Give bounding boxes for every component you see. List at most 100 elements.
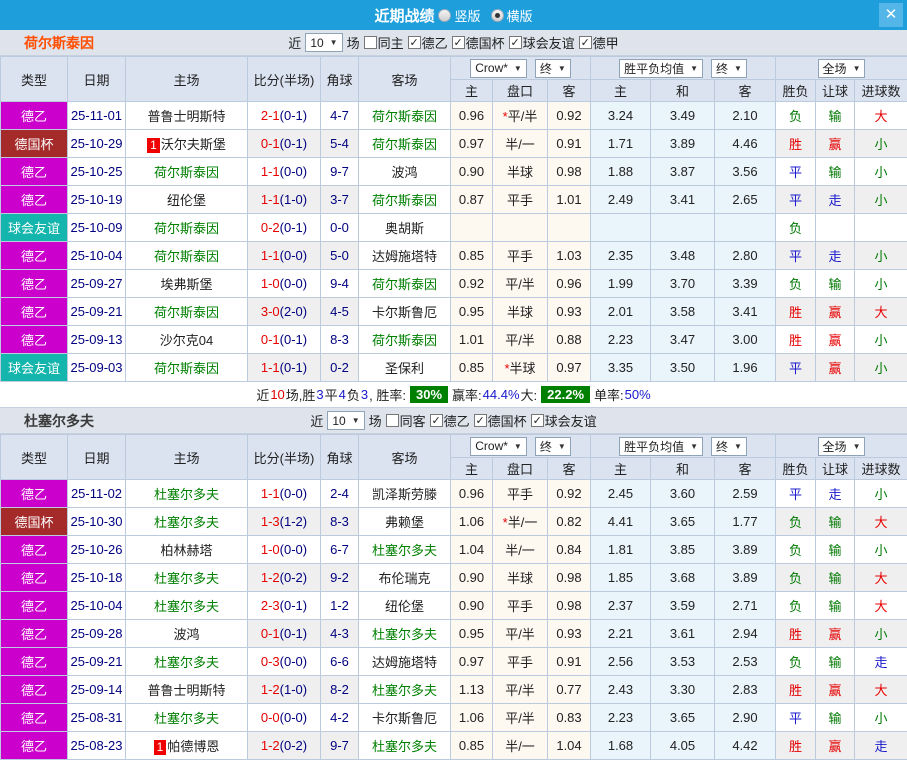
table-row: 德乙25-11-02杜塞尔多夫1-1(0-0)2-4凯泽斯劳滕0.96平手0.9… — [1, 480, 907, 508]
odds-home: 1.13 — [451, 676, 493, 704]
sub-column-header: 盘口 — [493, 458, 548, 480]
table-row: 德乙25-10-25荷尔斯泰因1-1(0-0)9-7波鸿0.90半球0.981.… — [1, 158, 907, 186]
league-checkbox-1[interactable]: ✓ — [452, 36, 465, 49]
avg-source-select[interactable]: 胜平负均值▼ — [619, 59, 703, 78]
radio-button-checked[interactable] — [491, 9, 504, 22]
result-goals: 小 — [855, 620, 907, 648]
avg-home-win: 3.35 — [591, 354, 651, 382]
fulltime-score: 1-1 — [261, 164, 280, 179]
table-row: 德乙25-08-31杜塞尔多夫0-0(0-0)4-2卡尔斯鲁厄1.06平/半0.… — [1, 704, 907, 732]
period-select[interactable]: 全场▼ — [818, 437, 866, 456]
away-team-name: 波鸿 — [391, 165, 417, 180]
result-wdl: 负 — [776, 536, 816, 564]
league-badge: 德乙 — [1, 676, 68, 704]
result-handicap: 走 — [816, 480, 855, 508]
avg-home-win: 1.85 — [591, 564, 651, 592]
league-badge: 德乙 — [1, 592, 68, 620]
avg-time-select[interactable]: 终▼ — [711, 437, 747, 456]
match-date: 25-10-19 — [68, 186, 126, 214]
odds-source-select[interactable]: Crow*▼ — [470, 437, 527, 456]
header-dropdown-cell: 胜平负均值▼ 终▼ — [591, 57, 776, 80]
close-button[interactable]: ✕ — [879, 3, 903, 27]
corner-count: 5-0 — [321, 242, 359, 270]
sub-column-header: 让球 — [816, 458, 855, 480]
home-team: 杜塞尔多夫 — [126, 648, 248, 676]
away-team: 圣保利 — [359, 354, 451, 382]
fulltime-score: 1-2 — [261, 738, 280, 753]
home-team-name: 普鲁士明斯特 — [147, 109, 225, 124]
handicap-text: 平/半 — [508, 109, 538, 124]
odds-time-select[interactable]: 终▼ — [535, 59, 571, 78]
avg-draw: 3.89 — [651, 130, 715, 158]
chevron-down-icon: ▼ — [853, 442, 861, 451]
select-label: 终 — [540, 60, 552, 77]
period-select[interactable]: 全场▼ — [818, 59, 866, 78]
away-team-name: 纽伦堡 — [385, 599, 424, 614]
avg-time-select[interactable]: 终▼ — [711, 59, 747, 78]
odds-home: 0.90 — [451, 592, 493, 620]
odds-home — [451, 214, 493, 242]
avg-home-win: 2.45 — [591, 480, 651, 508]
home-team-name: 荷尔斯泰因 — [154, 361, 219, 376]
summary-text: 近 — [256, 385, 269, 404]
odds-source-select[interactable]: Crow*▼ — [470, 59, 527, 78]
handicap-text: 平/半 — [505, 333, 535, 348]
league-checkbox-3[interactable]: ✓ — [579, 36, 592, 49]
sub-column-header: 主 — [591, 458, 651, 480]
avg-away-win: 3.39 — [715, 270, 776, 298]
result-wdl: 负 — [776, 270, 816, 298]
score: 1-1(0-1) — [248, 354, 321, 382]
league-checkbox-2[interactable]: ✓ — [531, 414, 544, 427]
away-team-name: 荷尔斯泰因 — [372, 109, 437, 124]
home-team-name: 杜塞尔多夫 — [154, 487, 219, 502]
table-row: 德乙25-08-231帕德博恩1-2(0-2)9-7杜塞尔多夫0.85半/一1.… — [1, 732, 907, 760]
odds-home: 1.01 — [451, 326, 493, 354]
away-team: 奥胡斯 — [359, 214, 451, 242]
home-team: 普鲁士明斯特 — [126, 102, 248, 130]
league-checkbox-0[interactable]: ✓ — [430, 414, 443, 427]
home-team-name: 杜塞尔多夫 — [154, 711, 219, 726]
fulltime-score: 1-1 — [261, 248, 280, 263]
league-checkbox-0[interactable]: ✓ — [408, 36, 421, 49]
result-handicap: 走 — [816, 242, 855, 270]
avg-draw: 3.47 — [651, 326, 715, 354]
layout-radio-group: 竖版横版 — [436, 6, 532, 25]
corner-count: 4-3 — [321, 620, 359, 648]
away-team: 荷尔斯泰因 — [359, 270, 451, 298]
avg-draw: 3.49 — [651, 102, 715, 130]
same-venue-checkbox[interactable] — [386, 414, 399, 427]
handicap: 平/半 — [493, 676, 548, 704]
window-title: 近期战绩 — [374, 5, 434, 26]
fulltime-score: 1-0 — [261, 542, 280, 557]
table-row: 德乙25-10-18杜塞尔多夫1-2(0-2)9-2布伦瑞克0.90半球0.98… — [1, 564, 907, 592]
score: 0-1(0-1) — [248, 326, 321, 354]
match-date: 25-10-18 — [68, 564, 126, 592]
league-checkbox-2[interactable]: ✓ — [509, 36, 522, 49]
halftime-score: (0-2) — [280, 570, 307, 585]
halftime-score: (1-0) — [280, 682, 307, 697]
handicap-text: 平/半 — [505, 627, 535, 642]
avg-home-win: 2.21 — [591, 620, 651, 648]
sub-column-header: 客 — [548, 80, 591, 102]
match-count-select[interactable]: 10▼ — [305, 33, 342, 52]
column-header: 主场 — [126, 435, 248, 480]
handicap: *平/半 — [493, 102, 548, 130]
corner-count: 9-7 — [321, 732, 359, 760]
radio-button[interactable] — [438, 9, 451, 22]
avg-source-select[interactable]: 胜平负均值▼ — [619, 437, 703, 456]
handicap: 平/半 — [493, 704, 548, 732]
avg-draw: 3.85 — [651, 536, 715, 564]
same-venue-checkbox[interactable] — [364, 36, 377, 49]
layout-radio-1: 横版 — [491, 6, 533, 25]
away-team: 杜塞尔多夫 — [359, 676, 451, 704]
match-date: 25-10-29 — [68, 130, 126, 158]
games-label: 场 — [369, 411, 382, 430]
odds-time-select[interactable]: 终▼ — [535, 437, 571, 456]
league-badge: 球会友谊 — [1, 214, 68, 242]
league-checkbox-1[interactable]: ✓ — [474, 414, 487, 427]
avg-home-win: 3.24 — [591, 102, 651, 130]
league-badge: 德乙 — [1, 480, 68, 508]
match-count-select[interactable]: 10▼ — [327, 411, 364, 430]
same-venue-checkbox-label: 同客 — [400, 411, 426, 430]
handicap-text: 半球 — [507, 571, 533, 586]
